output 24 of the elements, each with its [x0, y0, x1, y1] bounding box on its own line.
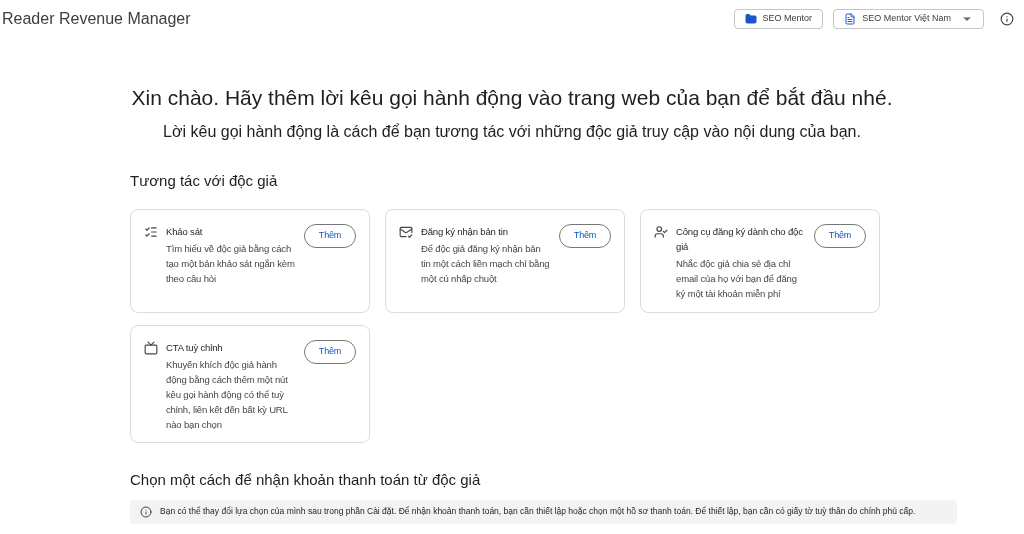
headline: Xin chào. Hãy thêm lời kêu gọi hành động vào trang web của bạn để bắt đầu nhé. [130, 85, 894, 111]
info-text: Bạn có thể thay đổi lựa chọn của mình sau trong phần Cài đặt. Để nhận khoản thanh toán, bạn cần thiết lập hoặc chọn một hồ sơ thanh toán. Để thiết lập, bạn cần có giấy tờ tuỳ thân do chính phủ cấp. [160, 505, 916, 518]
card-description: Nhắc độc giả chia sẻ địa chỉ email của họ với bạn để đăng ký một tài khoản miễn phí [676, 257, 798, 301]
card-title: Khảo sát [166, 225, 204, 239]
account-selector[interactable]: SEO Mentor Việt Nam [833, 9, 984, 29]
account-selector[interactable]: SEO Mentor [733, 9, 824, 29]
mail-check-icon [399, 225, 413, 239]
section-heading: Tương tác với độc giả [130, 170, 279, 191]
subheadline: Lời kêu gọi hành động là cách để bạn tương tác với những độc giả truy cập vào nội dung của bạn. [162, 121, 862, 142]
card-description: Tìm hiểu về độc giả bằng cách tạo một bản khảo sát ngắn kèm theo câu hỏi [166, 242, 296, 286]
card-description: Khuyến khích độc giả hành động bằng cách thêm một nút kêu gọi hành động có thể tuỳ chỉnh, liên kết đến bất kỳ URL nào bạn chọn [166, 358, 289, 432]
card-title: Công cụ đăng ký dành cho độc giả [676, 225, 804, 254]
app-title: Reader Revenue Manager [2, 9, 191, 29]
document-icon [844, 13, 857, 25]
screen-icon [144, 341, 158, 355]
card-title: Đăng ký nhận bản tin [421, 225, 509, 239]
card-description: Để độc giả đăng ký nhận bản tin một cách liền mạch chỉ bằng một cú nhấp chuột [421, 242, 551, 286]
info-icon [140, 505, 152, 518]
card-title: CTA tuỳ chỉnh [166, 341, 224, 355]
person-check-icon [654, 225, 668, 239]
info-icon[interactable] [1000, 12, 1014, 26]
checklist-icon [144, 225, 158, 239]
folder-icon [744, 13, 757, 25]
section-heading: Chọn một cách để nhận khoản thanh toán từ độc giả [130, 470, 482, 490]
